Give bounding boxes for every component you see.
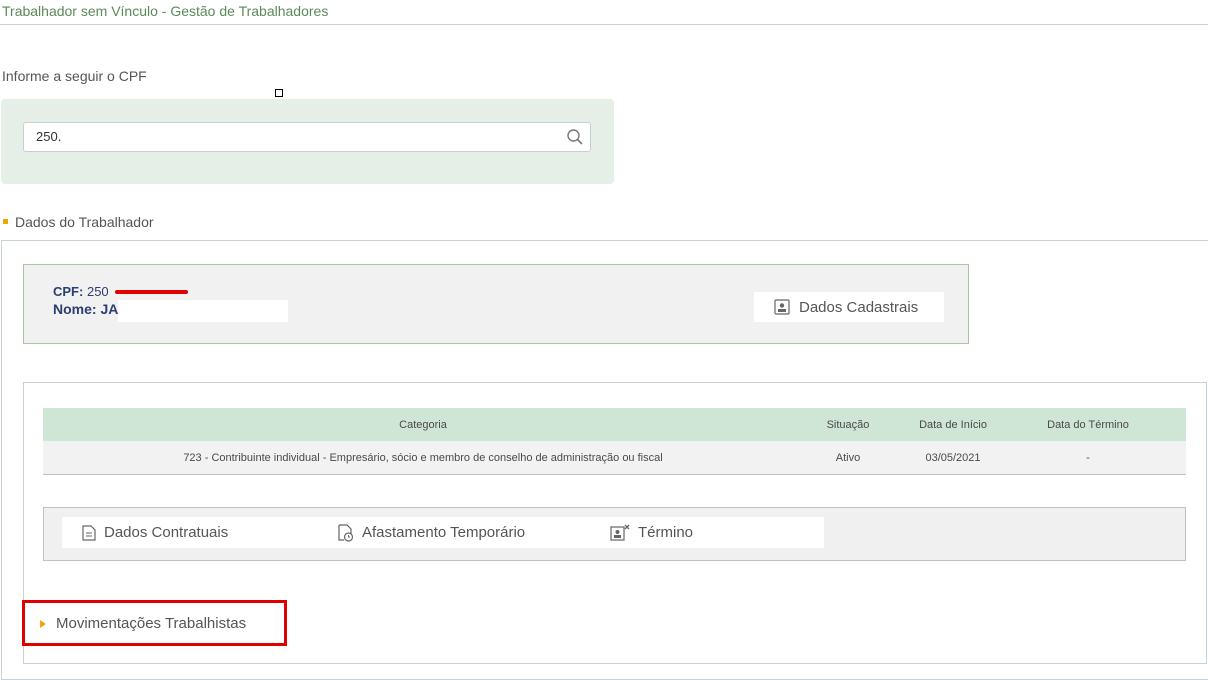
cpf-label: CPF: <box>53 284 84 299</box>
dados-contratuais-button[interactable]: Dados Contratuais <box>82 517 228 548</box>
search-icon[interactable] <box>566 128 584 146</box>
document-clock-icon <box>338 523 354 542</box>
name-label: Nome: <box>53 301 97 317</box>
cell-categoria: 723 - Contribuinte individual - Empresár… <box>183 451 663 464</box>
table-row[interactable]: 723 - Contribuinte individual - Empresár… <box>43 441 1186 475</box>
dados-contratuais-label: Dados Contratuais <box>104 524 229 541</box>
worker-cpf: CPF: 250 <box>53 284 109 299</box>
id-card-icon <box>774 299 790 315</box>
afastamento-temporario-button[interactable]: Afastamento Temporário <box>338 517 525 548</box>
header-data-termino[interactable]: Data do Término <box>1013 408 1163 441</box>
cpf-search-input[interactable] <box>36 129 556 144</box>
table-header: Categoria Situação Data de Início Data d… <box>43 408 1186 441</box>
id-card-close-icon <box>610 524 630 541</box>
focus-marker <box>275 89 283 97</box>
title-divider <box>0 24 1208 25</box>
movimentacoes-trabalhistas-toggle[interactable]: Movimentações Trabalhistas <box>40 615 246 632</box>
cell-situacao: Ativo <box>835 451 861 464</box>
section-bullet-icon <box>3 219 8 224</box>
expand-arrow-icon <box>40 619 46 628</box>
cpf-redaction-mark <box>115 290 188 294</box>
cpf-value: 250 <box>86 284 109 299</box>
name-redaction-mask <box>118 300 288 322</box>
page-title: Trabalhador sem Vínculo - Gestão de Trab… <box>2 3 329 19</box>
termino-label: Término <box>638 524 694 541</box>
cell-data-inicio: 03/05/2021 <box>925 451 981 464</box>
cpf-search-box[interactable] <box>23 122 591 152</box>
cpf-prompt-label: Informe a seguir o CPF <box>2 68 147 84</box>
header-categoria[interactable]: Categoria <box>43 408 803 441</box>
afastamento-temporario-label: Afastamento Temporário <box>362 524 526 541</box>
header-data-inicio[interactable]: Data de Início <box>893 408 1013 441</box>
dados-cadastrais-label: Dados Cadastrais <box>799 298 919 316</box>
document-icon <box>82 524 96 541</box>
header-situacao[interactable]: Situação <box>803 408 893 441</box>
cell-data-termino: - <box>1086 451 1090 464</box>
dados-cadastrais-button[interactable]: Dados Cadastrais <box>754 292 944 322</box>
termino-button[interactable]: Término <box>610 517 693 548</box>
worker-section-title: Dados do Trabalhador <box>15 214 154 230</box>
movimentacoes-label: Movimentações Trabalhistas <box>56 615 247 632</box>
